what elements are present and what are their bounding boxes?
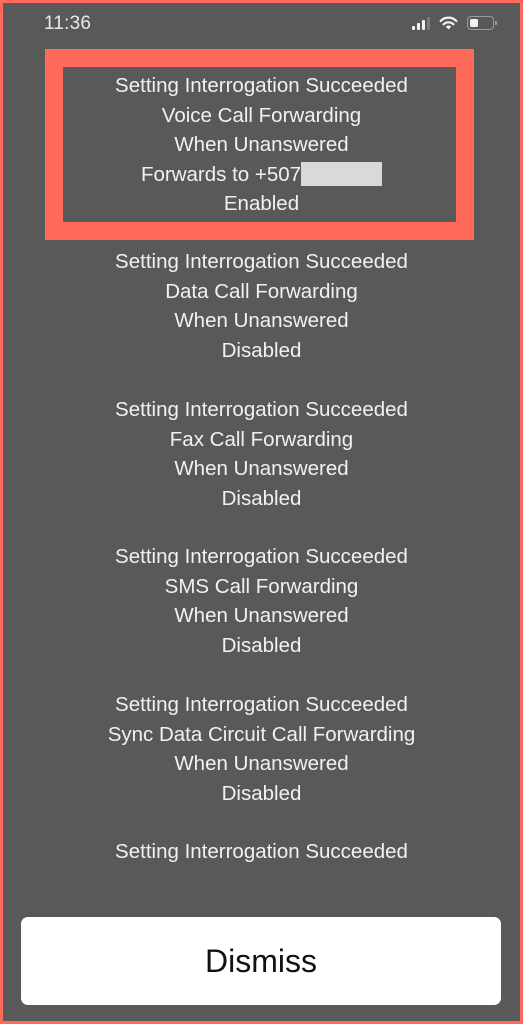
result-title: Setting Interrogation Succeeded xyxy=(115,840,408,863)
highlight-box xyxy=(45,49,474,240)
condition: When Unanswered xyxy=(174,309,349,332)
result-title: Setting Interrogation Succeeded xyxy=(115,693,408,716)
phone-screen: 11:36 Setting Interrogation Succeeded Vo… xyxy=(3,3,520,1021)
result-data-call-forwarding: Setting Interrogation Succeeded Data Cal… xyxy=(3,247,520,365)
service-name: SMS Call Forwarding xyxy=(164,574,359,598)
result-sync-data-circuit-call-forwarding: Setting Interrogation Succeeded Sync Dat… xyxy=(3,690,520,808)
result-title: Setting Interrogation Succeeded xyxy=(115,398,408,421)
service-name: Fax Call Forwarding xyxy=(169,427,354,451)
service-name: Data Call Forwarding xyxy=(165,279,358,303)
status: Disabled xyxy=(221,486,302,510)
result-fax-call-forwarding: Setting Interrogation Succeeded Fax Call… xyxy=(3,395,520,513)
status: Disabled xyxy=(221,633,302,657)
condition: When Unanswered xyxy=(174,752,349,775)
status: Disabled xyxy=(221,781,302,805)
condition: When Unanswered xyxy=(174,457,349,480)
status: Disabled xyxy=(221,338,302,362)
service-name: Sync Data Circuit Call Forwarding xyxy=(107,722,416,746)
result-partial: Setting Interrogation Succeeded xyxy=(3,837,520,864)
result-title: Setting Interrogation Succeeded xyxy=(115,250,408,273)
result-title: Setting Interrogation Succeeded xyxy=(115,545,408,568)
dismiss-button[interactable]: Dismiss xyxy=(21,917,501,1005)
condition: When Unanswered xyxy=(174,604,349,627)
result-sms-call-forwarding: Setting Interrogation Succeeded SMS Call… xyxy=(3,542,520,660)
